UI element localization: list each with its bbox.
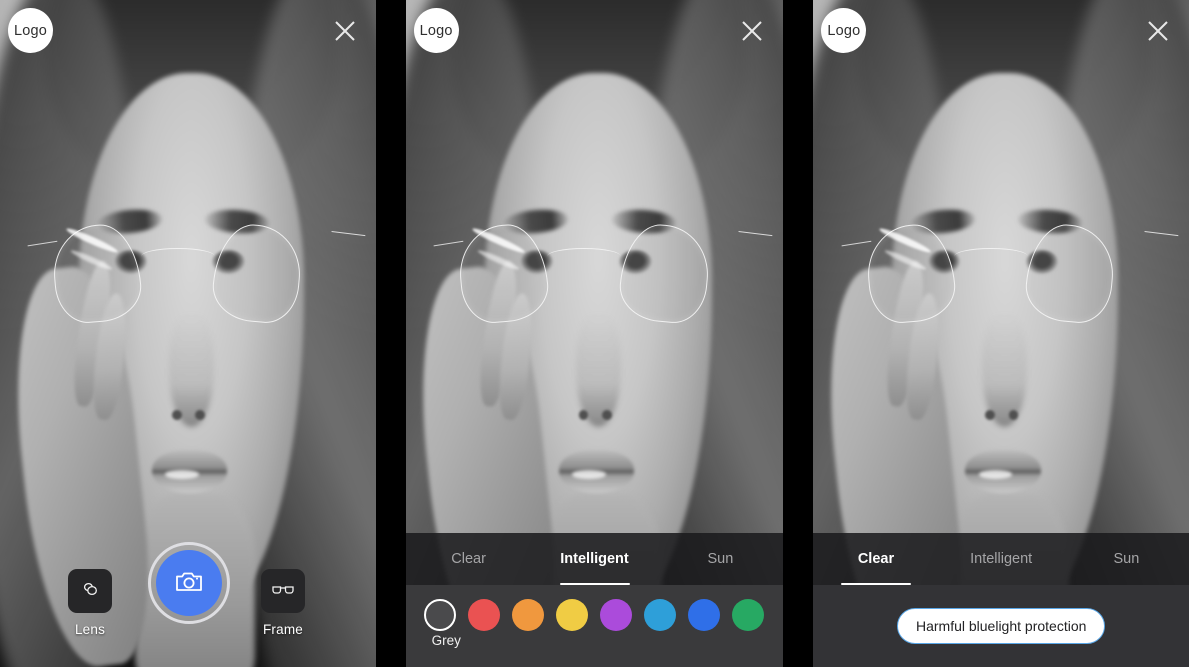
lens-icon [78, 577, 102, 606]
color-swatch-blue[interactable] [687, 599, 720, 631]
screenshot-root: Logo Lens Frame Logo Clear Intelligent S… [0, 0, 1189, 667]
color-swatch-grey[interactable] [423, 599, 456, 631]
color-swatch-purple[interactable] [599, 599, 632, 631]
frame-button[interactable]: Frame [261, 569, 305, 637]
tab-sun[interactable]: Sun [657, 533, 783, 585]
color-swatch-yellow[interactable] [555, 599, 588, 631]
logo-label: Logo [419, 22, 453, 39]
color-swatch-tray: Grey [405, 585, 784, 667]
frame-icon-tile [261, 569, 305, 613]
panel-gap [783, 0, 814, 667]
color-swatch-light-blue[interactable] [643, 599, 676, 631]
close-icon [331, 17, 359, 45]
color-swatch-green[interactable] [731, 599, 764, 631]
shutter-inner [156, 550, 222, 616]
close-button[interactable] [735, 14, 769, 48]
tab-label: Sun [1113, 551, 1140, 567]
tab-label: Sun [707, 551, 734, 567]
logo-label: Logo [827, 22, 861, 39]
lens-type-tabs: Clear Intelligent Sun [405, 533, 784, 585]
color-swatch-orange[interactable] [511, 599, 544, 631]
panel-capture: Logo Lens Frame [0, 0, 376, 667]
tab-sun[interactable]: Sun [1064, 533, 1189, 585]
lens-icon-tile [68, 569, 112, 613]
capture-controls: Lens Frame [0, 535, 376, 667]
bluelight-protection-pill[interactable]: Harmful bluelight protection [896, 608, 1106, 644]
logo-label: Logo [13, 22, 48, 39]
color-swatch-red[interactable] [467, 599, 500, 631]
panel-intelligent-tints: Logo Clear Intelligent Sun Grey [405, 0, 784, 667]
tab-label: Clear [857, 551, 895, 567]
tab-label: Intelligent [560, 551, 629, 567]
close-icon [1144, 17, 1172, 45]
close-button[interactable] [328, 14, 362, 48]
logo-badge[interactable]: Logo [8, 8, 53, 53]
close-icon [738, 17, 766, 45]
logo-badge[interactable]: Logo [413, 8, 459, 53]
frame-label: Frame [262, 622, 303, 637]
panel-gap [375, 0, 406, 667]
tab-label: Clear [451, 551, 486, 567]
lens-label: Lens [74, 622, 106, 637]
glasses-icon [270, 576, 296, 607]
lens-button[interactable]: Lens [68, 569, 112, 637]
tab-intelligent[interactable]: Intelligent [532, 533, 658, 585]
tab-clear[interactable]: Clear [406, 533, 532, 585]
color-swatch-list [406, 599, 784, 631]
close-button[interactable] [1141, 14, 1175, 48]
panel-clear-lens: Logo Clear Intelligent Sun Harmful bluel… [813, 0, 1189, 667]
info-tray: Harmful bluelight protection [813, 585, 1189, 667]
selected-color-label: Grey [431, 633, 461, 648]
camera-icon [173, 565, 205, 602]
tab-clear[interactable]: Clear [813, 533, 938, 585]
shutter-button[interactable] [148, 542, 230, 624]
lens-type-tabs: Clear Intelligent Sun [813, 533, 1189, 585]
tab-intelligent[interactable]: Intelligent [939, 533, 1064, 585]
tab-label: Intelligent [970, 551, 1033, 567]
